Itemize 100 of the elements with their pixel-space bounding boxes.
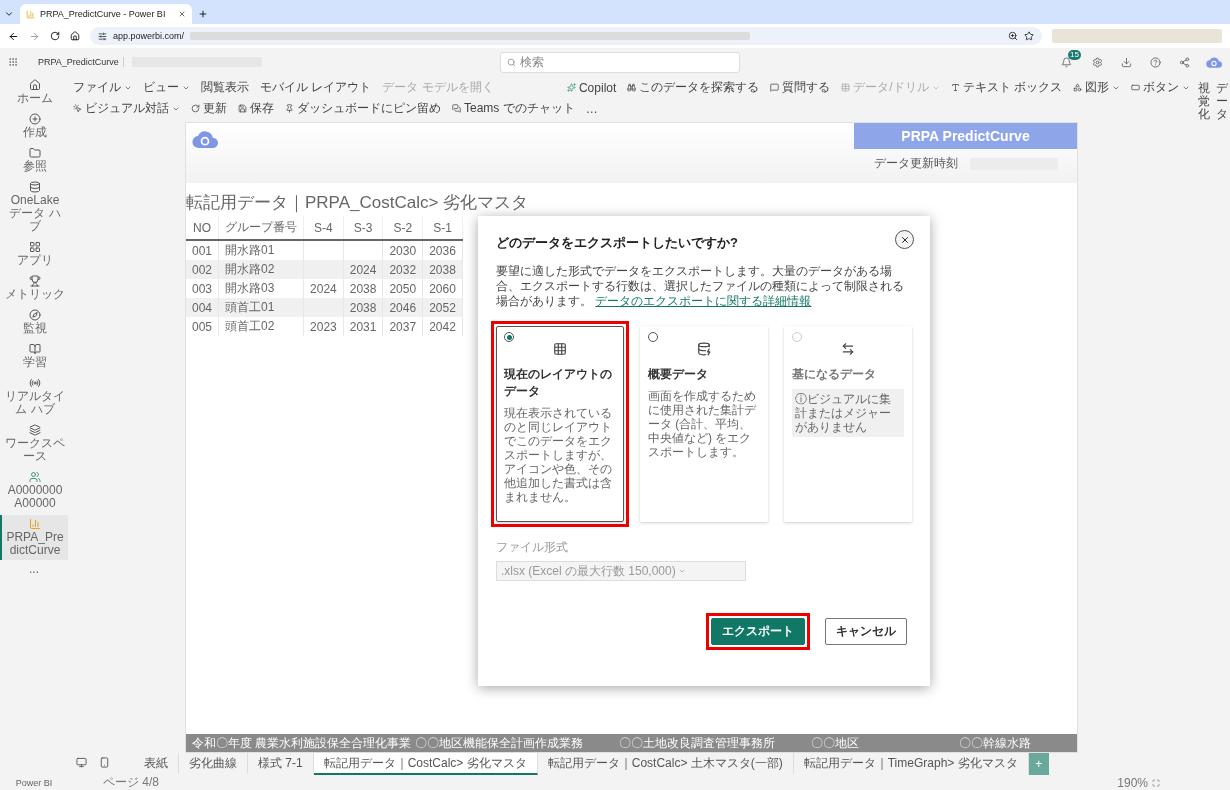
text-icon xyxy=(950,83,960,92)
table-cell: 2038 xyxy=(343,298,383,317)
menu-item[interactable]: 閲覧表示 xyxy=(201,79,249,96)
menu-item[interactable]: Copilot xyxy=(566,80,617,95)
address-bar[interactable]: app.powerbi.com/ xyxy=(90,27,1042,45)
table-cell: 2037 xyxy=(382,317,423,336)
nav-item[interactable]: 監視 xyxy=(0,306,68,338)
export-option[interactable]: 現在のレイアウトのデータ 現在表示されているのと同じレイアウトでこのデータをエクスポートしますが、アイコンや色、その他追加した書式は含まれません。 xyxy=(496,326,624,522)
dialog-description: 要望に適した形式でデータをエクスポートします。大量のデータがある場合、エクスポートする行数は、選択したファイルの種類によって制限される場合があります。 データのエクスポートに関する詳細情報 xyxy=(496,264,905,309)
bell-icon[interactable] xyxy=(1061,56,1072,68)
home-icon xyxy=(29,79,41,91)
nav-item[interactable]: 参照 xyxy=(0,144,68,176)
app-launcher-icon[interactable] xyxy=(8,57,18,67)
nav-item[interactable]: メトリック xyxy=(0,272,68,304)
export-option[interactable]: 概要データ 画面を作成するために使用された集計データ (合計、平均、中央値など) をエクスポートします。 xyxy=(640,326,768,522)
page-tab[interactable]: 転記用データ｜CostCalc> 劣化マスタ xyxy=(313,753,538,775)
tab-list-icon[interactable] xyxy=(4,9,14,19)
pane-tab[interactable]: 視覚化 xyxy=(1197,82,1210,790)
table-cell: 2060 xyxy=(422,279,463,298)
menu-item[interactable]: 保存 xyxy=(238,100,274,117)
option-description: ⓘビジュアルに集計またはメジャーがありません xyxy=(792,389,904,437)
search-field[interactable]: 検索 xyxy=(499,51,740,73)
tab-title: PRPA_PredictCurve - Power BI xyxy=(40,9,166,19)
menu-item[interactable]: ボタン xyxy=(1131,79,1190,96)
nav-item[interactable]: アプリ xyxy=(0,238,68,270)
more-text[interactable]: ... xyxy=(29,562,39,576)
zoom-level: 190% xyxy=(1117,775,1148,790)
forward-icon[interactable] xyxy=(29,30,40,42)
download-icon[interactable] xyxy=(1121,56,1132,68)
menu-item[interactable]: 質問する xyxy=(770,79,831,96)
page-tab[interactable]: 表紙 xyxy=(134,753,179,775)
menu-item[interactable]: Teams でのチャット xyxy=(452,100,575,117)
pointer-icon xyxy=(73,104,82,113)
bar-chart-icon xyxy=(29,518,41,530)
settings-icon[interactable] xyxy=(1092,56,1103,68)
close-icon[interactable] xyxy=(178,10,186,18)
table-cell: 2050 xyxy=(382,279,423,298)
menu-item[interactable]: 図形 xyxy=(1073,79,1120,96)
option-title: 概要データ xyxy=(648,366,708,383)
table-title: 転記用データ｜PRPA_CostCalc> 劣化マスタ xyxy=(186,192,530,214)
browser-tab[interactable]: PRPA_PredictCurve - Power BI xyxy=(20,4,192,24)
nav-item[interactable]: ワークスペース xyxy=(0,421,68,466)
nav-item[interactable]: OneLake データ ハブ xyxy=(0,178,68,236)
share-icon[interactable] xyxy=(1179,56,1190,68)
mobile-view-icon[interactable] xyxy=(99,757,110,768)
menu-item[interactable]: モバイル レイアウト xyxy=(260,79,372,96)
footer-text: 〇〇土地改良調査管理事務所 xyxy=(618,734,775,752)
new-tab-icon[interactable] xyxy=(198,9,208,19)
database-icon xyxy=(697,342,711,356)
table-cell: 002 xyxy=(186,260,219,279)
breadcrumb[interactable]: PRPA_PredictCurve xyxy=(38,57,124,67)
page-tab[interactable]: 転記用データ｜TimeGraph> 劣化マスタ xyxy=(793,753,1029,775)
nav-item[interactable]: PRPA_PredictCurve xyxy=(0,515,68,560)
menu-item[interactable]: ファイル xyxy=(73,79,132,96)
close-icon xyxy=(899,234,910,245)
menu-item[interactable]: ダッシュボードにピン留め xyxy=(285,100,441,117)
bookmark-icon[interactable] xyxy=(1024,31,1034,41)
close-button[interactable] xyxy=(895,230,914,249)
binoculars-icon xyxy=(627,83,637,92)
menu-item[interactable]: このデータを探索する xyxy=(627,79,760,96)
nav-item[interactable]: ホーム xyxy=(0,76,68,108)
table-cell: 2032 xyxy=(382,260,423,279)
table-cell: 頭首工01 xyxy=(218,298,304,317)
site-info-icon xyxy=(98,31,107,41)
table-cell: 2038 xyxy=(422,260,463,279)
sparkle-icon xyxy=(566,83,576,92)
nav-item[interactable]: A0000000A00000 xyxy=(0,468,68,513)
table-cell: 005 xyxy=(186,317,219,336)
more-text[interactable]: … xyxy=(585,101,598,116)
update-label: データ更新時刻 xyxy=(873,155,958,172)
database-icon xyxy=(29,181,41,193)
help-icon[interactable] xyxy=(1150,56,1161,68)
menu-item[interactable]: 更新 xyxy=(191,100,227,117)
back-icon[interactable] xyxy=(8,30,19,42)
menu-item[interactable]: ビジュアル対話 xyxy=(73,100,180,117)
notification-badge: 15 xyxy=(1068,49,1081,60)
footer-text: 〇〇幹線水路 xyxy=(958,734,1031,752)
compass-icon xyxy=(29,309,41,321)
refresh-icon xyxy=(191,104,200,113)
page-tab[interactable]: 様式 7-1 xyxy=(248,753,314,775)
nav-item[interactable]: 学習 xyxy=(0,340,68,372)
pane-tab[interactable]: データ xyxy=(1215,82,1228,790)
cancel-button[interactable]: キャンセル xyxy=(825,618,907,645)
home-icon[interactable] xyxy=(70,31,80,41)
option-description: 現在表示されているのと同じレイアウトでこのデータをエクスポートしますが、アイコンや色、その他追加した書式は含まれません。 xyxy=(504,406,613,504)
folder-icon xyxy=(29,147,41,159)
desktop-view-icon[interactable] xyxy=(76,757,87,768)
page-tab[interactable]: 転記用データ｜CostCalc> 土木マスタ(一部) xyxy=(537,753,794,775)
nav-item[interactable]: リアルタイム ハブ xyxy=(0,374,68,419)
page-tab[interactable]: 劣化曲線 xyxy=(179,753,248,775)
menu-item[interactable]: テキスト ボックス xyxy=(950,79,1062,96)
save-icon xyxy=(238,104,247,113)
nav-item[interactable]: 作成 xyxy=(0,110,68,142)
export-button[interactable]: エクスポート xyxy=(711,618,805,645)
menu-item[interactable]: ビュー xyxy=(143,79,190,96)
reload-icon[interactable] xyxy=(50,31,60,41)
learn-more-link[interactable]: データのエクスポートに関する詳細情報 xyxy=(595,294,812,308)
chat-icon xyxy=(452,104,461,113)
table-cell: 開水路02 xyxy=(218,260,304,279)
option-title: 現在のレイアウトのデータ xyxy=(504,366,613,400)
